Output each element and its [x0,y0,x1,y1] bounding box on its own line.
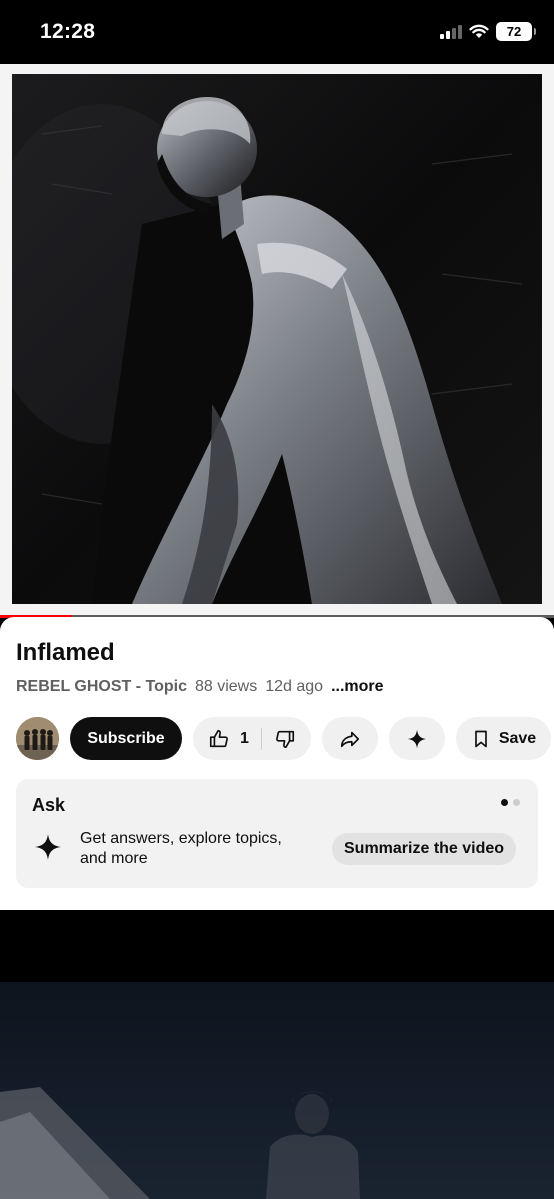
album-artwork [12,74,542,604]
thumbs-up-icon [209,729,228,747]
share-button[interactable] [322,717,378,760]
like-dislike-group: 1 [193,717,311,760]
dislike-button[interactable] [262,728,296,750]
bookmark-icon [474,730,487,747]
save-button[interactable]: Save [456,717,551,760]
sparkle-icon [407,729,427,748]
channel-name[interactable]: REBEL GHOST - Topic [16,678,187,695]
status-icons: 72 [440,22,536,41]
channel-avatar[interactable] [16,717,59,760]
battery-icon: 72 [496,22,536,41]
view-count: 88 views [194,678,258,695]
status-bar: 12:28 72 [0,0,554,64]
content-divider [0,910,554,982]
sparkle-icon [35,834,61,860]
upload-age: 12d ago [265,678,324,695]
subscribe-button[interactable]: Subscribe [70,717,182,760]
thumbs-down-icon [276,730,295,748]
status-time: 12:28 [40,20,96,43]
ask-panel: Ask Get answers, explore topics, and mor… [16,779,538,888]
ask-title: Ask [32,795,66,815]
like-button[interactable]: 1 [208,727,262,750]
video-metadata: REBEL GHOST - Topic 88 views 12d ago ...mor… [16,678,384,696]
more-link[interactable]: ...more [331,678,383,695]
next-video-preview[interactable] [0,982,554,1199]
cellular-signal-icon [440,24,462,39]
like-count: 1 [240,729,249,747]
carousel-dot [513,799,520,806]
carousel-dots [501,799,520,806]
save-label: Save [498,729,537,747]
ai-assist-button[interactable] [389,717,445,760]
share-icon [340,731,360,747]
ask-description: Get answers, explore topics, and more [80,830,282,867]
video-player[interactable] [0,64,554,618]
video-info-panel: Inflamed REBEL GHOST - Topic 88 views 12d … [0,617,554,910]
video-title: Inflamed [16,639,115,666]
wifi-icon [469,24,489,38]
action-bar: Subscribe 1 Save [16,717,554,760]
summarize-video-chip[interactable]: Summarize the video [332,833,517,865]
carousel-dot-active [501,799,508,806]
